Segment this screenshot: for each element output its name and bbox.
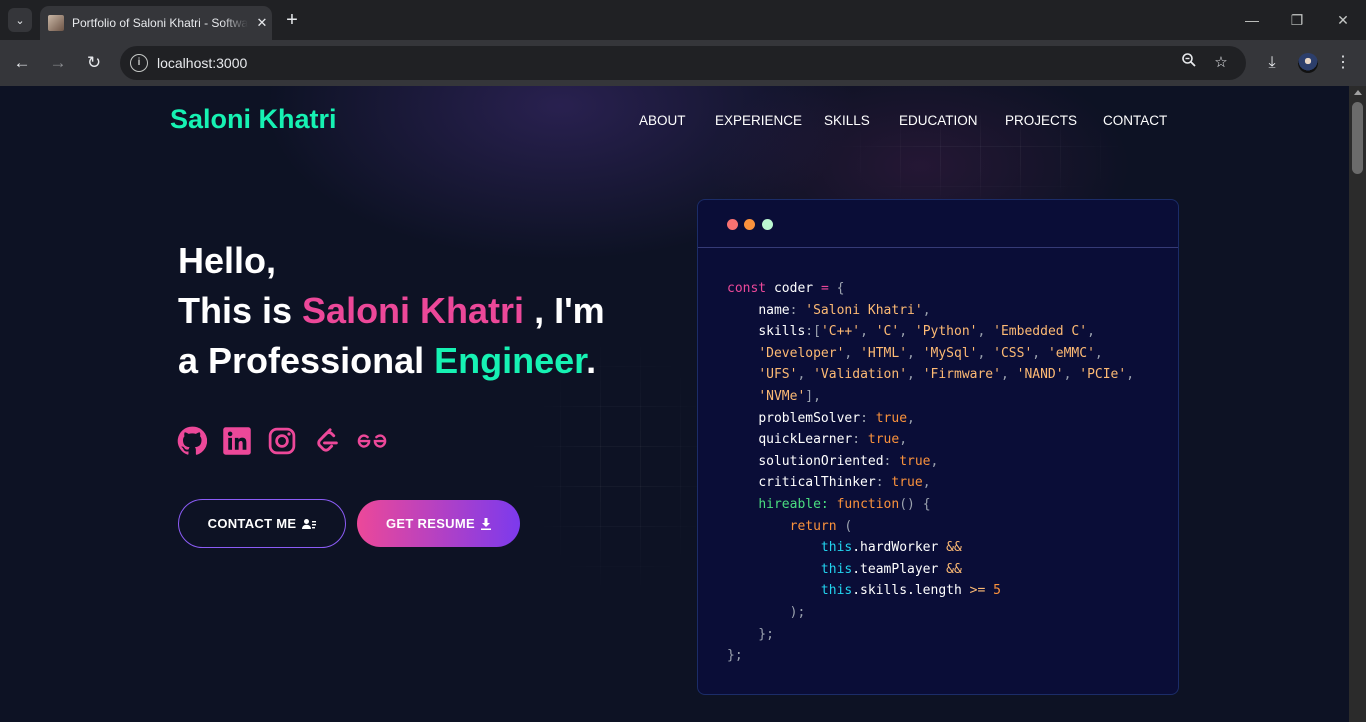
code-line: this.teamPlayer && xyxy=(820,561,962,577)
forward-arrow-icon[interactable]: → xyxy=(46,51,70,75)
bookmark-star-icon[interactable]: ☆ xyxy=(1210,52,1232,74)
code-line: }; xyxy=(727,626,774,642)
code-line: 'UFS', 'Validation', 'Firmware', 'NAND',… xyxy=(758,367,1135,383)
code-line: const coder = { xyxy=(727,281,845,296)
download-icon[interactable]: ⤓ xyxy=(1260,51,1284,75)
code-line: }; xyxy=(727,648,743,664)
code-line: 'NVMe'], xyxy=(758,388,821,404)
code-line: this.hardWorker && xyxy=(820,540,962,556)
brand-logo[interactable]: Saloni Khatri xyxy=(170,104,337,135)
code-line: this.skills.length >= 5 xyxy=(820,583,1001,599)
tab-close-icon[interactable]: ✕ xyxy=(254,15,270,31)
browser-toolbar: ← → ↻ i localhost:3000 ☆ ⤓ ⋮ xyxy=(0,40,1366,86)
code-line: name: 'Saloni Khatri', xyxy=(758,302,931,318)
hero-role: Engineer xyxy=(434,340,587,381)
back-arrow-icon[interactable]: ← xyxy=(10,51,34,75)
hero-line-2: This is Saloni Khatri , I'm xyxy=(178,290,605,331)
browser-tabstrip: ⌄ Portfolio of Saloni Khatri - Software … xyxy=(0,0,1366,40)
tab-title: Portfolio of Saloni Khatri - Software De… xyxy=(72,16,248,30)
reload-icon[interactable]: ↻ xyxy=(82,51,106,75)
code-line: solutionOriented: true, xyxy=(758,453,939,469)
code-line: 'Developer', 'HTML', 'MySql', 'CSS', 'eM… xyxy=(758,345,1103,361)
browser-tab[interactable]: Portfolio of Saloni Khatri - Software De… xyxy=(40,6,272,40)
page-viewport: Saloni Khatri ABOUT EXPERIENCE SKILLS ED… xyxy=(0,86,1349,722)
window-dot-green xyxy=(762,219,773,230)
get-resume-label: GET RESUME xyxy=(386,516,475,531)
nav-about[interactable]: ABOUT xyxy=(639,113,686,128)
code-line: skills:['C++', 'C', 'Python', 'Embedded … xyxy=(758,324,1095,340)
page-scrollbar[interactable] xyxy=(1349,86,1366,722)
window-dot-red xyxy=(727,219,738,230)
tab-favicon xyxy=(48,15,64,31)
leetcode-icon[interactable] xyxy=(312,426,342,456)
code-window: const coder = { name: 'Saloni Khatri', s… xyxy=(697,199,1179,695)
code-line: problemSolver: true, xyxy=(758,410,915,426)
linkedin-icon[interactable] xyxy=(222,426,252,456)
hero-line-3: a Professional Engineer. xyxy=(178,340,597,381)
scroll-up-arrow-icon[interactable] xyxy=(1354,90,1362,95)
code-line: hireable: function() { xyxy=(758,496,931,512)
github-icon[interactable] xyxy=(177,426,208,456)
code-line: criticalThinker: true, xyxy=(758,475,931,491)
restore-icon[interactable]: ❐ xyxy=(1282,8,1312,32)
hero-heading: Hello, This is Saloni Khatri , I'm a Pro… xyxy=(178,236,605,386)
contact-me-button[interactable]: CONTACT ME xyxy=(178,499,346,548)
nav-experience[interactable]: EXPERIENCE xyxy=(715,113,802,128)
window-close-icon[interactable]: ✕ xyxy=(1328,8,1358,32)
code-line: ); xyxy=(727,604,806,620)
nav-skills[interactable]: SKILLS xyxy=(824,113,870,128)
minimize-icon[interactable]: — xyxy=(1237,8,1267,32)
hero-name: Saloni Khatri xyxy=(302,290,525,331)
hero-line-1: Hello, xyxy=(178,240,277,281)
nav-projects[interactable]: PROJECTS xyxy=(1005,113,1077,128)
code-line: return ( xyxy=(789,518,853,534)
nav-contact[interactable]: CONTACT xyxy=(1103,113,1167,128)
site-info-icon[interactable]: i xyxy=(130,54,148,72)
address-bar[interactable]: i localhost:3000 ☆ xyxy=(120,46,1246,80)
contact-me-label: CONTACT ME xyxy=(207,516,297,531)
url-text[interactable]: localhost:3000 xyxy=(157,55,247,71)
scrollbar-thumb[interactable] xyxy=(1352,102,1363,174)
geeksforgeeks-icon[interactable] xyxy=(357,426,387,456)
menu-kebab-icon[interactable]: ⋮ xyxy=(1331,51,1355,75)
download-arrow-icon xyxy=(480,517,491,530)
window-dot-orange xyxy=(744,219,755,230)
profile-avatar[interactable] xyxy=(1298,53,1318,73)
instagram-icon[interactable] xyxy=(267,426,297,456)
nav-education[interactable]: EDUCATION xyxy=(899,113,978,128)
new-tab-plus-icon[interactable]: + xyxy=(282,10,302,30)
code-window-header xyxy=(698,200,1178,248)
code-line: quickLearner: true, xyxy=(758,432,908,448)
tab-search-chevron-icon[interactable]: ⌄ xyxy=(8,8,32,32)
contact-card-icon xyxy=(302,518,317,529)
get-resume-button[interactable]: GET RESUME xyxy=(357,500,520,547)
zoom-icon[interactable] xyxy=(1178,52,1200,74)
code-snippet: const coder = { name: 'Saloni Khatri', s… xyxy=(727,278,1134,667)
